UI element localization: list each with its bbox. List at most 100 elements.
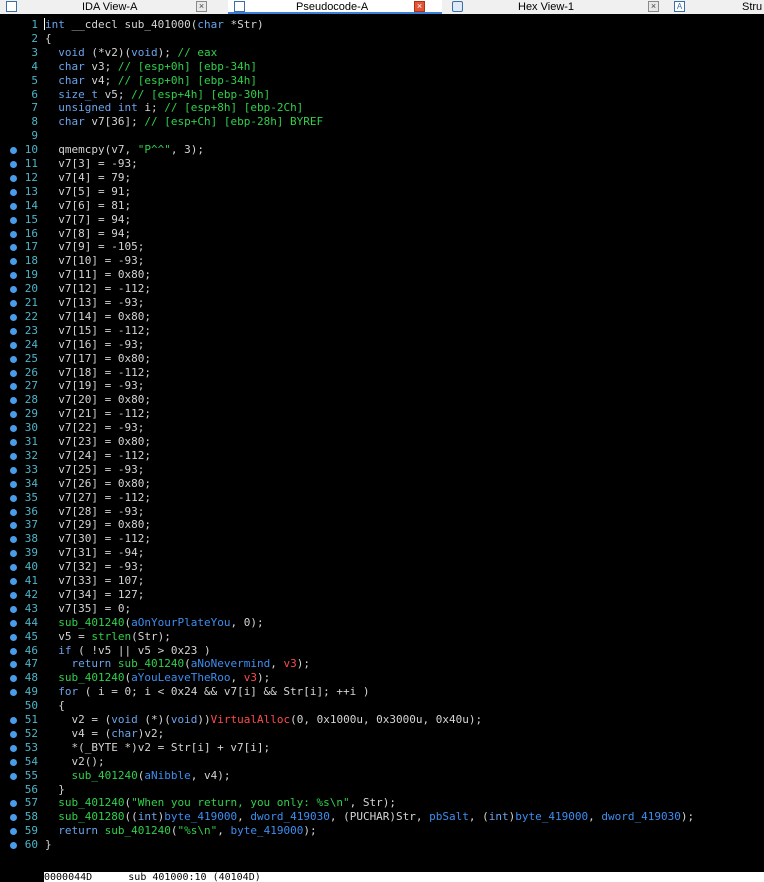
code-line[interactable]: 50 { [0,699,764,713]
breakpoint-dot-icon[interactable] [10,397,17,405]
breakpoint-dot-icon[interactable] [10,842,17,850]
code-line[interactable]: 4 char v3; // [esp+0h] [ebp-34h] [0,60,764,74]
breakpoint-dot-icon[interactable] [10,161,17,168]
code-line[interactable]: 24 v7[16] = -93; [0,338,764,352]
code-line[interactable]: 22 v7[14] = 0x80; [0,310,764,324]
breakpoint-dot-icon[interactable] [10,258,17,266]
breakpoint-dot-icon[interactable] [10,550,17,558]
code-line[interactable]: 47 return sub_401240(aNoNevermind, v3); [0,657,764,671]
breakpoint-dot-icon[interactable] [10,341,17,349]
breakpoint-dot-icon[interactable] [10,425,17,433]
breakpoint-dot-icon[interactable] [10,522,17,530]
breakpoint-dot-icon[interactable] [10,230,17,238]
breakpoint-dot-icon[interactable] [10,202,17,210]
code-line[interactable]: 58 sub_401280((int)byte_419000, dword_41… [0,810,764,824]
code-line[interactable]: 55 sub_401240(aNibble, v4); [0,769,764,783]
pseudocode-view[interactable]: 1 int __cdecl sub_401000(char *Str) 2{3 vo… [0,14,764,872]
tab-hex-view-1[interactable]: Hex View-1 × [446,0,664,14]
close-icon[interactable]: × [648,1,659,12]
code-line[interactable]: 5 char v4; // [esp+0h] [ebp-34h] [0,74,764,88]
breakpoint-dot-icon[interactable] [10,758,17,766]
code-line[interactable]: 53 *(_BYTE *)v2 = Str[i] + v7[i]; [0,741,764,755]
code-line[interactable]: 25 v7[17] = 0x80; [0,352,764,366]
breakpoint-dot-icon[interactable] [10,313,17,321]
code-line[interactable]: 21 v7[13] = -93; [0,296,764,310]
breakpoint-dot-icon[interactable] [10,633,17,641]
breakpoint-dot-icon[interactable] [10,452,17,460]
code-line[interactable]: 29 v7[21] = -112; [0,407,764,421]
code-line[interactable]: 32 v7[24] = -112; [0,449,764,463]
breakpoint-dot-icon[interactable] [10,188,17,196]
breakpoint-dot-icon[interactable] [10,480,17,488]
code-line[interactable]: 20 v7[12] = -112; [0,282,764,296]
code-line[interactable]: 31 v7[23] = 0x80; [0,435,764,449]
code-line[interactable]: 12 v7[4] = 79; [0,171,764,185]
breakpoint-dot-icon[interactable] [10,605,17,613]
breakpoint-dot-icon[interactable] [10,300,17,307]
tab-structures[interactable]: A Stru [668,0,764,14]
code-line[interactable]: 11 v7[3] = -93; [0,157,764,171]
breakpoint-dot-icon[interactable] [10,647,17,655]
code-line[interactable]: 10 qmemcpy(v7, "P^^", 3); [0,143,764,157]
code-line[interactable]: 42 v7[34] = 127; [0,588,764,602]
tab-pseudocode-a[interactable]: Pseudocode-A × [228,0,442,14]
breakpoint-dot-icon[interactable] [10,536,17,544]
code-line[interactable]: 38 v7[30] = -112; [0,532,764,546]
code-line[interactable]: 26 v7[18] = -112; [0,366,764,380]
code-line[interactable]: 39 v7[31] = -94; [0,546,764,560]
code-line[interactable]: 1 int __cdecl sub_401000(char *Str) [0,18,764,32]
code-line[interactable]: 54 v2(); [0,755,764,769]
code-line[interactable]: 36 v7[28] = -93; [0,505,764,519]
code-line[interactable]: 14 v7[6] = 81; [0,199,764,213]
code-line[interactable]: 41 v7[33] = 107; [0,574,764,588]
code-line[interactable]: 8 char v7[36]; // [esp+Ch] [ebp-28h] BYR… [0,115,764,129]
breakpoint-dot-icon[interactable] [10,772,17,780]
breakpoint-dot-icon[interactable] [10,578,17,585]
breakpoint-dot-icon[interactable] [10,661,17,669]
code-line[interactable]: 3 void (*v2)(void); // eax [0,46,764,60]
breakpoint-dot-icon[interactable] [10,689,17,697]
code-line[interactable]: 60} [0,838,764,852]
code-line[interactable]: 37 v7[29] = 0x80; [0,518,764,532]
breakpoint-dot-icon[interactable] [10,508,17,516]
code-line[interactable]: 17 v7[9] = -105; [0,240,764,254]
breakpoint-dot-icon[interactable] [10,369,17,377]
code-line[interactable]: 46 if ( !v5 || v5 > 0x23 ) [0,644,764,658]
breakpoint-dot-icon[interactable] [10,814,17,822]
code-line[interactable]: 16 v7[8] = 94; [0,227,764,241]
code-line[interactable]: 9 [0,129,764,143]
breakpoint-dot-icon[interactable] [10,828,17,836]
code-line[interactable]: 43 v7[35] = 0; [0,602,764,616]
breakpoint-dot-icon[interactable] [10,174,17,182]
breakpoint-dot-icon[interactable] [10,619,17,627]
breakpoint-dot-icon[interactable] [10,327,17,335]
breakpoint-dot-icon[interactable] [10,244,17,252]
breakpoint-dot-icon[interactable] [10,147,17,155]
code-line[interactable]: 56 } [0,783,764,797]
breakpoint-dot-icon[interactable] [10,383,17,391]
code-line[interactable]: 18 v7[10] = -93; [0,254,764,268]
code-line[interactable]: 44 sub_401240(aOnYourPlateYou, 0); [0,616,764,630]
code-line[interactable]: 2{ [0,32,764,46]
breakpoint-dot-icon[interactable] [10,800,17,808]
breakpoint-dot-icon[interactable] [10,216,17,224]
code-line[interactable]: 19 v7[11] = 0x80; [0,268,764,282]
breakpoint-dot-icon[interactable] [10,355,17,363]
code-line[interactable]: 52 v4 = (char)v2; [0,727,764,741]
code-line[interactable]: 30 v7[22] = -93; [0,421,764,435]
breakpoint-dot-icon[interactable] [10,411,17,419]
code-line[interactable]: 23 v7[15] = -112; [0,324,764,338]
code-line[interactable]: 28 v7[20] = 0x80; [0,393,764,407]
breakpoint-dot-icon[interactable] [10,439,17,446]
code-line[interactable]: 40 v7[32] = -93; [0,560,764,574]
breakpoint-dot-icon[interactable] [10,730,17,738]
code-line[interactable]: 51 v2 = (void (*)(void))VirtualAlloc(0, … [0,713,764,727]
breakpoint-dot-icon[interactable] [10,286,17,294]
code-line[interactable]: 45 v5 = strlen(Str); [0,630,764,644]
breakpoint-dot-icon[interactable] [10,675,17,683]
code-line[interactable]: 15 v7[7] = 94; [0,213,764,227]
code-line[interactable]: 27 v7[19] = -93; [0,379,764,393]
close-icon[interactable]: × [414,1,425,12]
code-line[interactable]: 49 for ( i = 0; i < 0x24 && v7[i] && Str… [0,685,764,699]
code-line[interactable]: 59 return sub_401240("%s\n", byte_419000… [0,824,764,838]
